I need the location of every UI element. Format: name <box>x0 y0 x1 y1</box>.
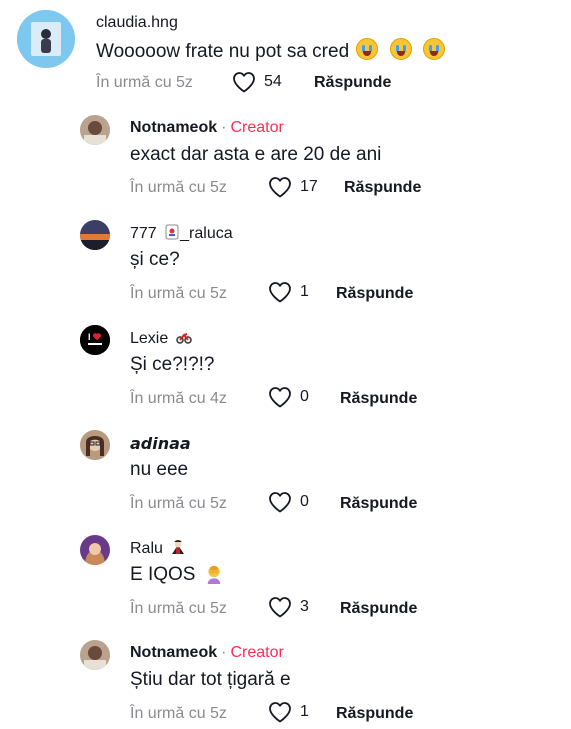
avatar[interactable] <box>17 10 75 68</box>
loudly-crying-face-icon <box>356 38 379 60</box>
vampire-icon <box>172 540 185 554</box>
comment-username[interactable]: Lexie <box>130 329 192 348</box>
separator-dot: · <box>221 119 227 136</box>
separator-dot: · <box>221 644 227 661</box>
avatar[interactable] <box>80 115 110 145</box>
avatar-image <box>80 535 110 565</box>
username-label[interactable]: Ralu <box>130 540 163 557</box>
comment-time: În urmă cu 5z <box>130 285 227 302</box>
comment-time: În urmă cu 4z <box>130 390 227 407</box>
person-facepalming-icon <box>207 565 220 584</box>
username-label[interactable]: 777 <box>130 225 157 242</box>
like-button[interactable]: 1 <box>268 281 309 303</box>
comment-time: În urmă cu 5z <box>96 74 193 91</box>
like-count: 54 <box>264 73 282 90</box>
avatar-image <box>17 10 75 68</box>
heart-icon <box>269 387 291 408</box>
username-suffix[interactable]: _raluca <box>180 225 232 242</box>
creator-badge: Creator <box>230 644 284 661</box>
reply-button[interactable]: Răspunde <box>344 179 421 197</box>
like-button[interactable]: 17 <box>268 176 318 198</box>
avatar[interactable] <box>80 430 110 460</box>
heart-icon <box>233 72 255 93</box>
avatar[interactable] <box>80 640 110 670</box>
like-count: 0 <box>300 388 309 405</box>
like-button[interactable]: 1 <box>268 701 309 723</box>
like-button[interactable]: 0 <box>268 386 309 408</box>
like-button[interactable]: 0 <box>268 491 309 513</box>
username-label[interactable]: Lexie <box>130 330 168 347</box>
comment-time: În urmă cu 5z <box>130 179 227 196</box>
comment-text: nu eee <box>130 459 189 480</box>
comment-username[interactable]: 777 _raluca <box>130 224 233 243</box>
like-button[interactable]: 3 <box>268 596 309 618</box>
comment-text: exact dar asta e are 20 de ani <box>130 144 382 165</box>
avatar[interactable]: I <box>80 325 110 355</box>
heart-icon <box>269 177 291 198</box>
username-label[interactable]: Notnameok <box>130 644 217 661</box>
motorcycle-icon <box>175 333 192 344</box>
loudly-crying-face-icon <box>389 38 412 60</box>
comment-username[interactable]: Ralu <box>130 539 186 558</box>
reply-button[interactable]: Răspunde <box>340 495 417 513</box>
comment-username[interactable]: 𝙖𝙙𝙞𝙣𝙖𝙖 <box>130 434 191 454</box>
avatar-image <box>80 115 110 145</box>
heart-icon <box>269 282 291 303</box>
joker-card-icon <box>165 224 179 240</box>
avatar[interactable] <box>80 535 110 565</box>
avatar-image: I <box>80 325 110 355</box>
avatar-image <box>80 430 110 460</box>
loudly-crying-face-icon <box>422 38 445 60</box>
avatar-image <box>80 220 110 250</box>
reply-button[interactable]: Răspunde <box>340 600 417 618</box>
heart-icon <box>269 702 291 723</box>
comment-time: În urmă cu 5z <box>130 600 227 617</box>
like-button[interactable]: 54 <box>232 71 282 93</box>
comment-text: E IQOS <box>130 564 224 586</box>
like-count: 3 <box>300 598 309 615</box>
like-count: 17 <box>300 178 318 195</box>
reply-button[interactable]: Răspunde <box>336 285 413 303</box>
comment-text-content: E IQOS <box>130 564 196 585</box>
comment-text: Și ce?!?!? <box>130 354 215 375</box>
svg-text:I: I <box>88 332 91 342</box>
reply-button[interactable]: Răspunde <box>340 390 417 408</box>
username-label[interactable]: 𝙖𝙙𝙞𝙣𝙖𝙖 <box>130 436 191 453</box>
reply-button[interactable]: Răspunde <box>336 705 413 723</box>
comment-username[interactable]: Notnameok · Creator <box>130 644 284 662</box>
username-label[interactable]: Notnameok <box>130 119 217 136</box>
heart-icon <box>269 597 291 618</box>
comment-text: Știu dar tot țigară e <box>130 669 291 690</box>
like-count: 0 <box>300 493 309 510</box>
avatar[interactable] <box>80 220 110 250</box>
username-label[interactable]: claudia.hng <box>96 14 178 31</box>
comment-text: și ce? <box>130 249 180 270</box>
comment-username[interactable]: Notnameok · Creator <box>130 119 284 137</box>
creator-badge: Creator <box>230 119 284 136</box>
avatar-image <box>80 640 110 670</box>
comment-username[interactable]: claudia.hng <box>96 14 178 32</box>
comment-time: În urmă cu 5z <box>130 705 227 722</box>
like-count: 1 <box>300 703 309 720</box>
comment-time: În urmă cu 5z <box>130 495 227 512</box>
comment-text-content: Wooooow frate nu pot sa cred <box>96 41 350 62</box>
like-count: 1 <box>300 283 309 300</box>
comment-text: Wooooow frate nu pot sa cred <box>96 38 445 63</box>
reply-button[interactable]: Răspunde <box>314 74 391 92</box>
heart-icon <box>269 492 291 513</box>
